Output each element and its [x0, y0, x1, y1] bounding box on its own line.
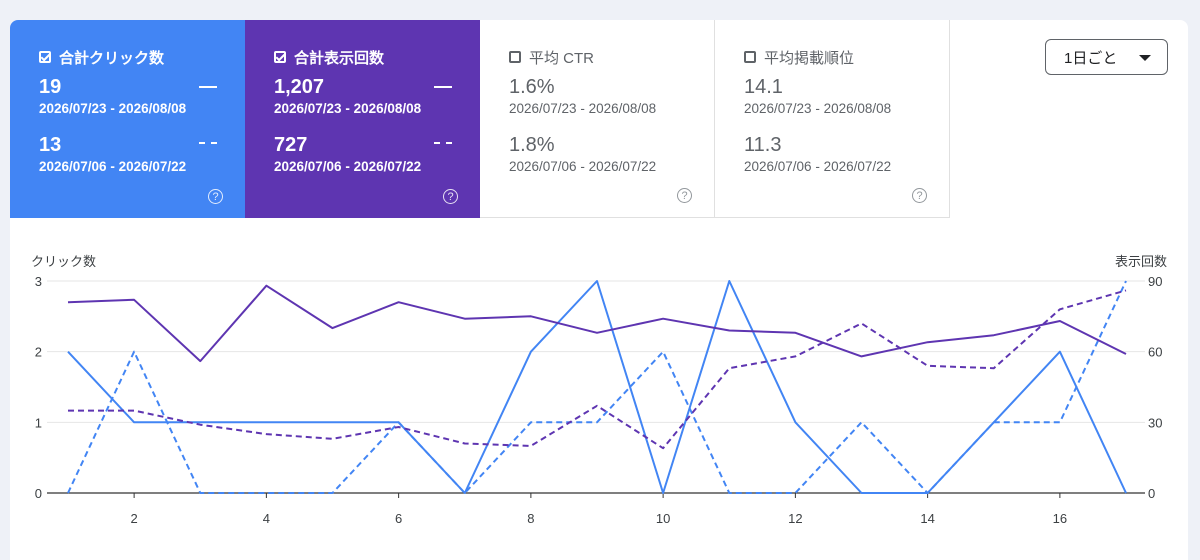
right-axis-tick-label: 30	[1148, 415, 1162, 430]
x-axis-tick-label: 10	[656, 511, 670, 526]
series-lines	[67, 280, 1127, 494]
clicks-dashed-series-line	[67, 280, 1127, 494]
right-axis-tick-label: 0	[1148, 486, 1155, 501]
right-axis-tick-label: 60	[1148, 345, 1162, 360]
tick-labels: 012303060902 4 6 8 10 12 14 16	[35, 274, 1163, 526]
gridlines	[47, 280, 1145, 423]
x-axis-tick-label: 6	[395, 511, 402, 526]
x-axis-tick-label: 14	[920, 511, 934, 526]
left-axis-tick-label: 1	[35, 415, 42, 430]
clicks-solid-series-line	[67, 280, 1127, 494]
left-axis-tick-label: 2	[35, 345, 42, 360]
x-axis-tick-label: 2	[131, 511, 138, 526]
x-axis-tick-label: 16	[1053, 511, 1067, 526]
x-axis-tick-label: 12	[788, 511, 802, 526]
performance-line-chart: 012303060902 4 6 8 10 12 14 16	[35, 274, 1163, 526]
left-axis-tick-label: 3	[35, 274, 42, 289]
impressions-solid-series-line	[67, 284, 1127, 363]
impressions-dashed-series-line	[68, 289, 1127, 450]
right-axis-tick-label: 90	[1148, 274, 1162, 289]
x-axis-tick-label: 4	[263, 511, 270, 526]
left-axis-tick-label: 0	[35, 486, 42, 501]
x-axis-tick-label: 8	[527, 511, 534, 526]
